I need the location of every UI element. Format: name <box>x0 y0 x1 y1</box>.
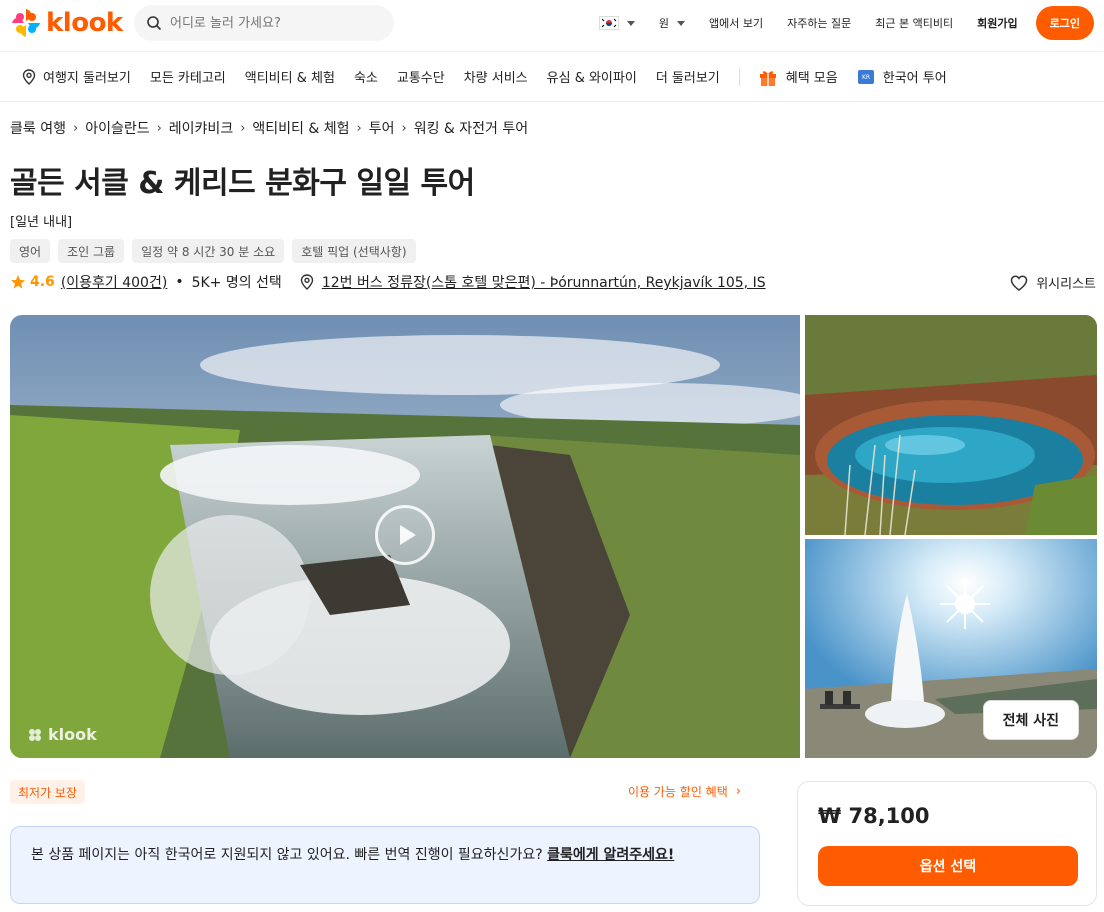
brand-name: klook <box>46 8 123 38</box>
chevron-right-icon: › <box>401 120 407 136</box>
tag-group: 조인 그룹 <box>58 239 125 263</box>
rating-value: 4.6 <box>30 274 55 290</box>
signup-link[interactable]: 회원가입 <box>977 15 1017 31</box>
breadcrumb-item[interactable]: 레이캬비크 <box>169 118 233 138</box>
nav-item-benefits[interactable]: 혜택 모음 <box>758 67 838 87</box>
nav-item-destinations[interactable]: 여행지 둘러보기 <box>22 67 131 86</box>
tag-pickup: 호텔 픽업 (선택사항) <box>292 239 416 263</box>
nav-label: 한국어 투어 <box>882 71 947 86</box>
product-price: ₩ 78,100 <box>818 804 930 828</box>
play-icon <box>400 525 416 545</box>
chevron-down-icon <box>626 20 635 26</box>
view-all-photos-button[interactable]: 전체 사진 <box>982 700 1079 740</box>
nav-item-sim-wifi[interactable]: 유심 & 와이파이 <box>547 67 637 86</box>
nav-divider <box>738 67 740 86</box>
wishlist-label: 위시리스트 <box>1036 277 1096 292</box>
header-utilities: 원 앱에서 보기 자주하는 질문 최근 본 액티비티 회원가입 로그인 <box>575 6 1094 40</box>
product-meta: 4.6 (이용후기 400건) • 5K+ 명의 선택 12번 버스 정류장(스… <box>10 271 766 293</box>
nav-item-more[interactable]: 더 둘러보기 <box>656 67 720 86</box>
nav-item-car-service[interactable]: 차량 서비스 <box>464 67 528 86</box>
main-photo-waterfall[interactable]: klook <box>10 315 800 758</box>
recent-activities-link[interactable]: 최근 본 액티비티 <box>875 15 953 31</box>
chevron-right-icon: › <box>156 120 162 136</box>
wishlist-button[interactable]: 위시리스트 <box>1010 273 1096 292</box>
faq-link[interactable]: 자주하는 질문 <box>787 15 851 31</box>
search-icon <box>147 16 162 31</box>
gift-icon <box>759 70 776 86</box>
currency-selector[interactable]: 원 <box>659 15 685 31</box>
nav-label: 혜택 모음 <box>785 71 838 86</box>
product-tags: 영어 조인 그룹 일정 약 8 시간 30 분 소요 호텔 픽업 (선택사항) <box>10 239 424 263</box>
nav-item-activities[interactable]: 액티비티 & 체험 <box>245 67 335 86</box>
breadcrumb-item[interactable]: 워킹 & 자전거 투어 <box>414 118 528 138</box>
select-option-button[interactable]: 옵션 선택 <box>818 846 1078 886</box>
notify-klook-link[interactable]: 클룩에게 알려주세요! <box>547 847 674 863</box>
tag-language: 영어 <box>10 239 51 263</box>
translation-notice: 본 상품 페이지는 아직 한국어로 지원되지 않고 있어요. 빠른 번역 진행이… <box>10 826 760 904</box>
currency-label: 원 <box>658 17 669 30</box>
product-subtitle: [일년 내내] <box>10 215 73 230</box>
nav-item-transport[interactable]: 교통수단 <box>397 67 445 86</box>
breadcrumb-item[interactable]: 액티비티 & 체험 <box>252 118 349 138</box>
svg-text:KR: KR <box>862 74 870 81</box>
nav-label: 여행지 둘러보기 <box>43 71 131 86</box>
chevron-right-icon: › <box>240 120 246 136</box>
price-card: ₩ 78,100 옵션 선택 <box>797 781 1097 906</box>
heart-icon <box>1010 274 1028 291</box>
watermark-text: klook <box>48 725 97 744</box>
booked-count: 5K+ 명의 선택 <box>191 275 282 291</box>
page-title: 골든 서클 & 케리드 분화구 일일 투어 <box>10 166 475 201</box>
nav-item-all-categories[interactable]: 모든 카테고리 <box>150 67 226 86</box>
klook-logo-icon <box>10 7 42 39</box>
korea-flag-icon <box>598 16 619 30</box>
chevron-right-icon: › <box>72 120 79 136</box>
login-button[interactable]: 로그인 <box>1035 6 1094 40</box>
breadcrumb-item[interactable]: 투어 <box>369 118 395 138</box>
nav-item-korean-tour[interactable]: KR 한국어 투어 <box>857 67 947 86</box>
location-pin-icon <box>22 68 36 85</box>
breadcrumb: 클룩 여행 › 아이슬란드 › 레이캬비크 › 액티비티 & 체험 › 투어 › 워킹 &… <box>10 118 528 138</box>
klook-watermark: klook <box>26 725 97 744</box>
breadcrumb-item[interactable]: 클룩 여행 <box>10 118 66 138</box>
photo-geyser[interactable]: 전체 사진 <box>805 539 1097 758</box>
star-icon <box>11 275 25 289</box>
breadcrumb-item[interactable]: 아이슬란드 <box>85 118 149 138</box>
korean-tour-icon: KR <box>857 69 874 84</box>
klook-logo-icon <box>29 728 41 741</box>
photo-crater-lake[interactable] <box>805 315 1097 535</box>
category-nav: 여행지 둘러보기 모든 카테고리 액티비티 & 체험 숙소 교통수단 차량 서비… <box>0 52 1104 102</box>
search-bar[interactable] <box>134 5 394 41</box>
top-header: klook 원 앱에서 보기 자주하는 질문 최근 본 액티비티 회원가입 로그… <box>0 0 1104 52</box>
chevron-right-icon: › <box>735 784 741 799</box>
play-video-button[interactable] <box>375 505 435 565</box>
chevron-down-icon <box>676 20 685 26</box>
notice-text: 본 상품 페이지는 아직 한국어로 지원되지 않고 있어요. 빠른 번역 진행이… <box>31 847 543 863</box>
crater-lake-image <box>805 315 1097 535</box>
available-discounts-link[interactable]: 이용 가능 할인 혜택 › <box>628 783 741 800</box>
meeting-location: 12번 버스 정류장(스톰 호텔 맞은편) - Þórunnartún, Rey… <box>300 272 766 292</box>
nav-item-stays[interactable]: 숙소 <box>354 67 378 86</box>
search-input[interactable] <box>170 15 370 31</box>
chevron-right-icon: › <box>356 120 362 136</box>
reviews-link[interactable]: (이용후기 400건) <box>61 272 168 292</box>
discount-label: 이용 가능 할인 혜택 <box>628 785 728 799</box>
separator-dot: • <box>175 274 184 290</box>
app-link[interactable]: 앱에서 보기 <box>709 15 763 31</box>
best-price-badge: 최저가 보장 <box>10 780 86 804</box>
location-link[interactable]: 12번 버스 정류장(스톰 호텔 맞은편) - Þórunnartún, Rey… <box>322 272 766 292</box>
language-selector[interactable] <box>598 16 635 30</box>
location-pin-icon <box>300 274 314 290</box>
tag-duration: 일정 약 8 시간 30 분 소요 <box>132 239 285 263</box>
klook-logo[interactable]: klook <box>10 8 123 38</box>
